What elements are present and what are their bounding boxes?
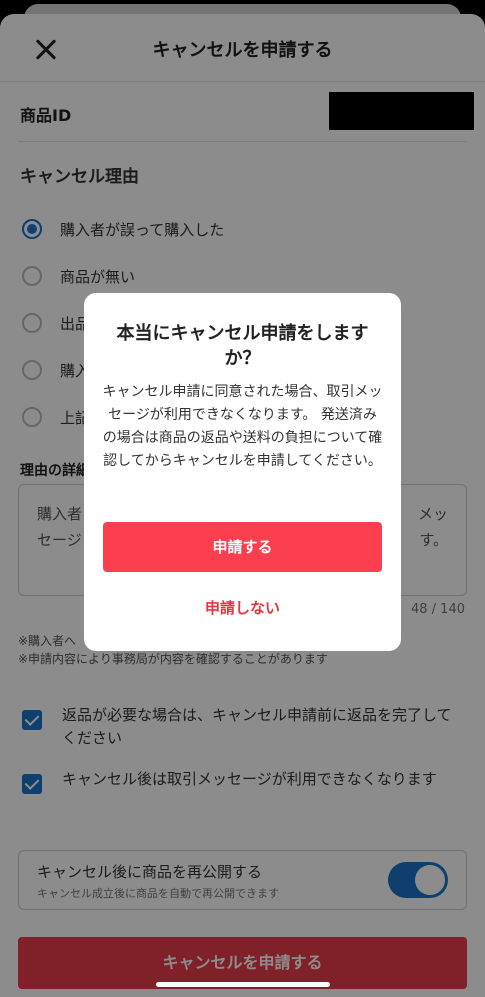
confirm-dialog: 本当にキャンセル申請をしますか？ キャンセル申請に同意された場合、取引メッセージ…: [84, 293, 401, 651]
confirm-apply-button[interactable]: 申請する: [103, 522, 382, 572]
cancel-apply-button[interactable]: 申請しない: [103, 588, 382, 628]
dialog-message: キャンセル申請に同意された場合、取引メッセージが利用できなくなります。 発送済み…: [102, 384, 383, 469]
dialog-title: 本当にキャンセル申請をしますか？: [116, 323, 369, 369]
home-indicator: [156, 982, 330, 987]
screen: キャンセルを申請する 商品ID キャンセル理由 購入者が誤って購入した 商品が無…: [0, 0, 485, 997]
